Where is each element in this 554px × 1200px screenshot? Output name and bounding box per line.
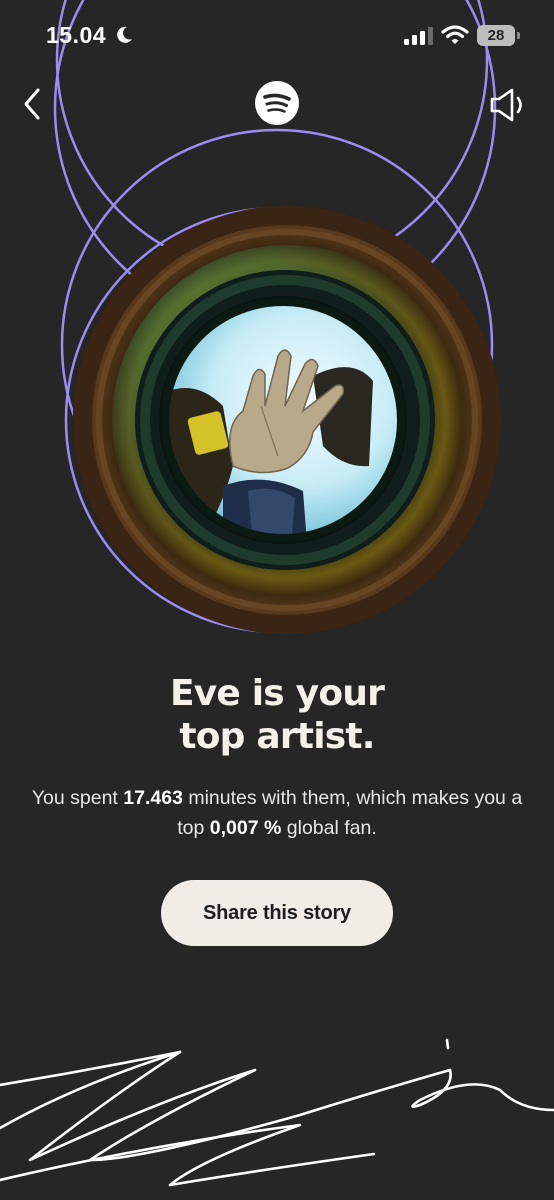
battery-tip [517, 32, 520, 39]
description-suffix: global fan. [281, 817, 377, 839]
description-prefix: You spent [31, 787, 124, 809]
headline-line-2: top artist. [179, 716, 375, 757]
back-button[interactable] [16, 84, 50, 124]
wifi-icon [441, 25, 469, 44]
minutes-value: 17.463 [123, 787, 183, 809]
moon-icon [117, 26, 132, 43]
status-time: 15.04 [46, 22, 107, 48]
share-story-button[interactable]: Share this story [161, 880, 393, 946]
story-description: You spent 17.463 minutes with them, whic… [30, 783, 524, 843]
headline-line-1: Eve is your [169, 673, 385, 714]
artist-photo [73, 206, 501, 634]
battery-level: 28 [477, 25, 515, 46]
global-percent-value: 0,007 % [209, 817, 282, 839]
cellular-signal-icon [404, 27, 433, 45]
wrapped-story-screen: 15.04 28 Eve is your top artist. You spe… [0, 0, 554, 1200]
story-headline: Eve is your top artist. [0, 672, 554, 758]
status-bar: 15.04 28 [0, 0, 554, 70]
speaker-icon[interactable] [488, 86, 528, 124]
chevron-left-icon [24, 88, 40, 120]
decorative-scribble [0, 1038, 554, 1187]
spotify-logo-icon [255, 81, 299, 125]
